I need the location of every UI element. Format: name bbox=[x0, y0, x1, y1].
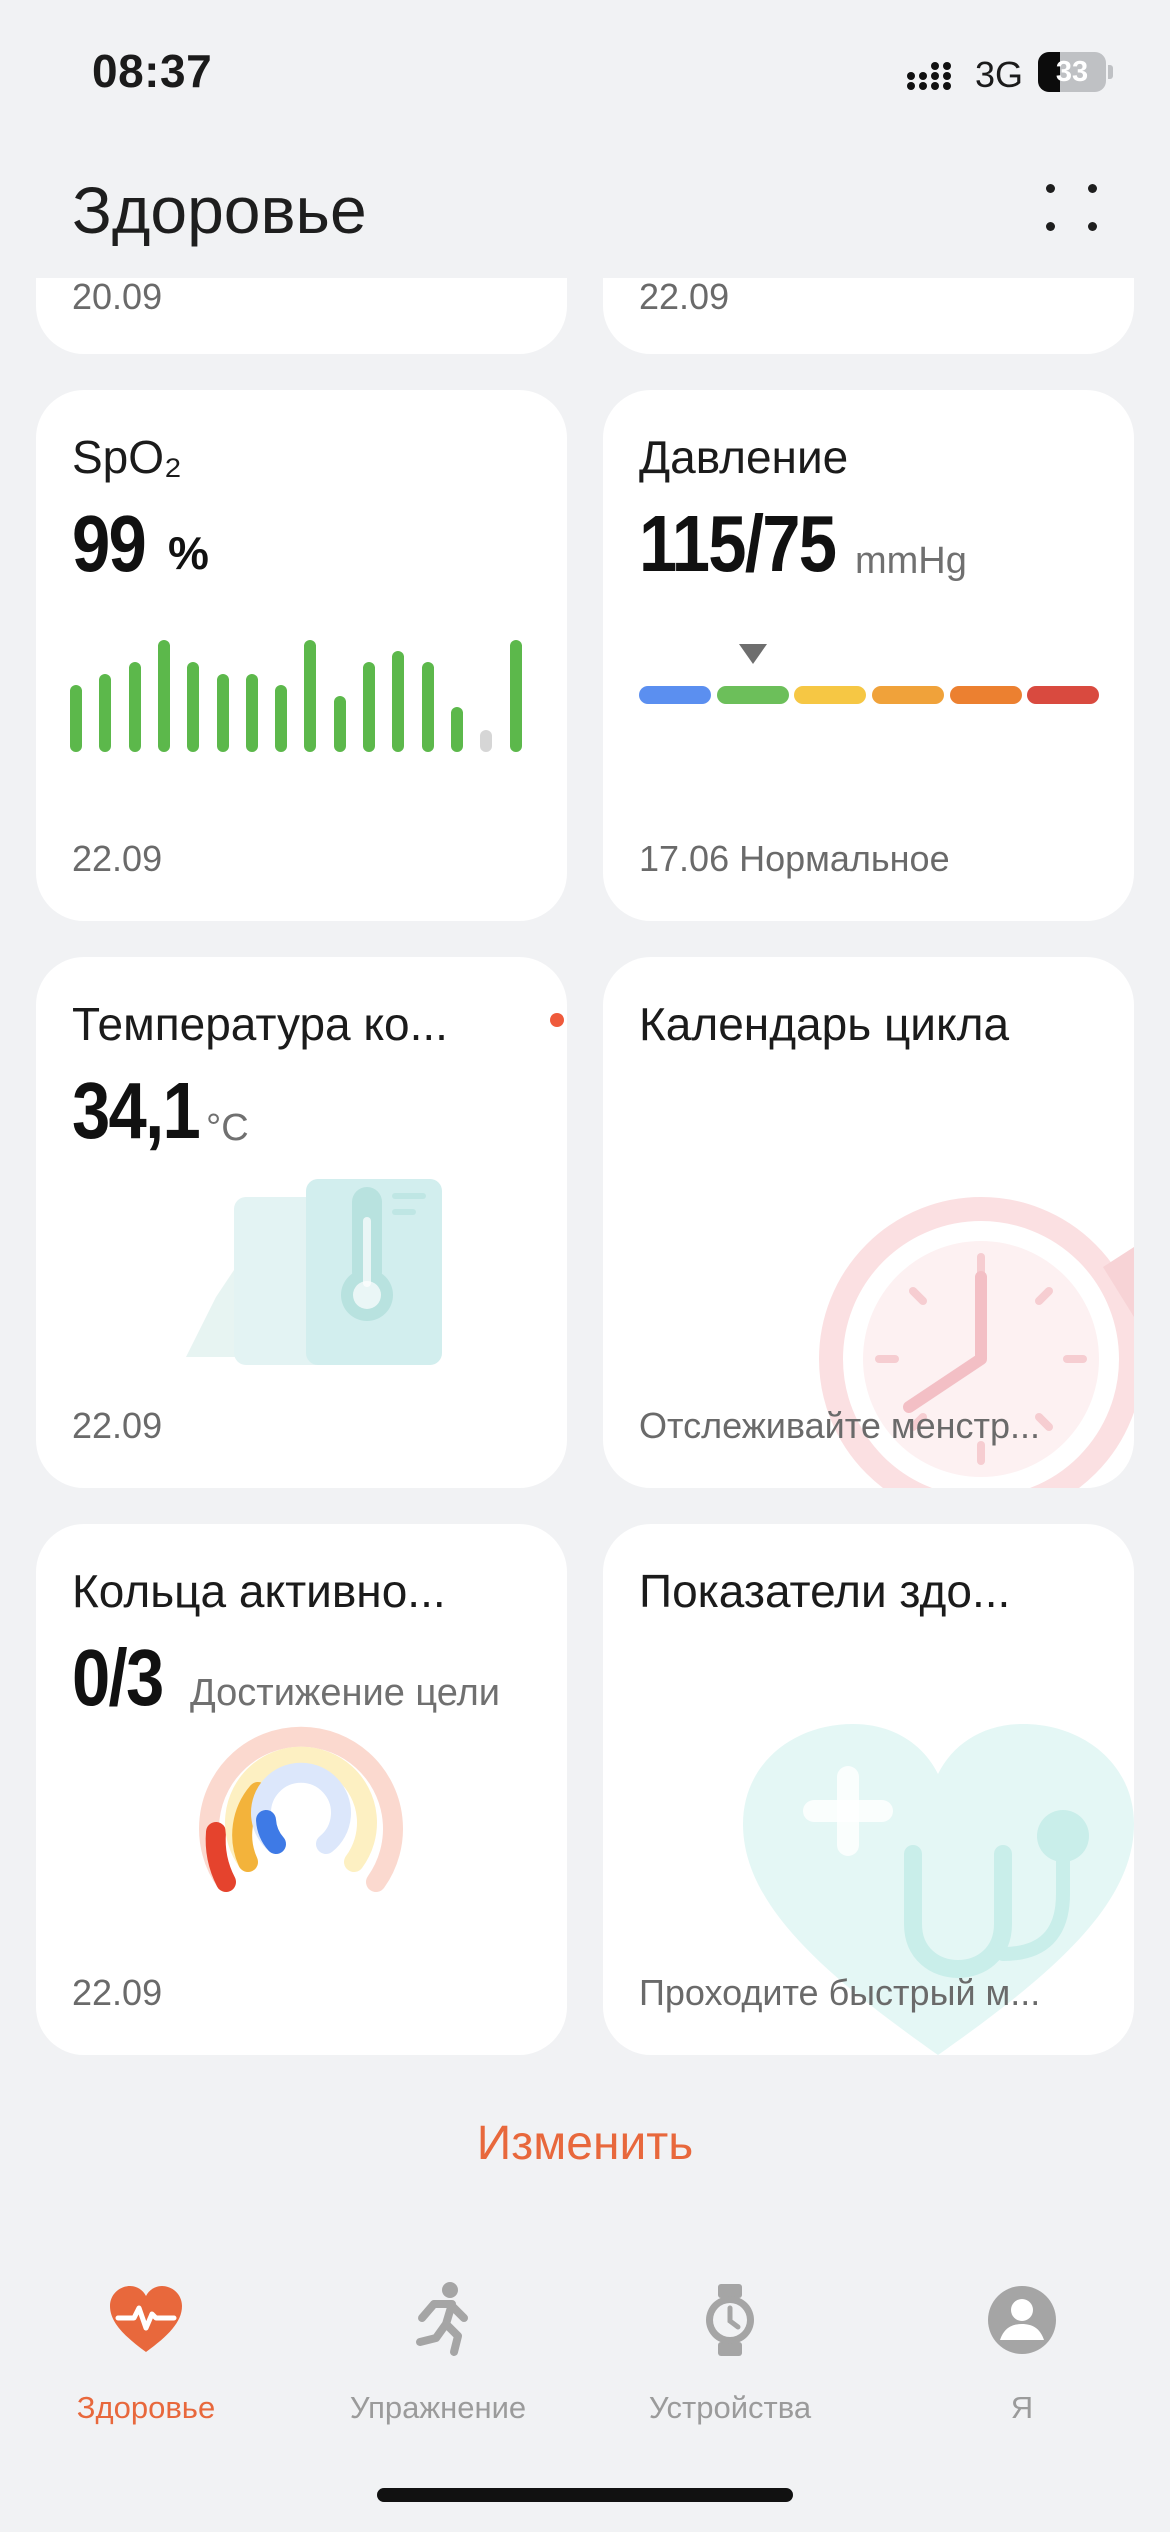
card-date: 20.09 bbox=[72, 276, 163, 317]
bp-scale-segment bbox=[1027, 686, 1099, 704]
thermometer-illustration-icon bbox=[186, 1179, 442, 1365]
cycle-title: Календарь цикла bbox=[639, 998, 1010, 1050]
spo2-bar bbox=[129, 662, 141, 752]
bp-value: 115/75 bbox=[639, 499, 837, 588]
spo2-bar bbox=[70, 685, 82, 752]
activity-rings-icon bbox=[199, 1726, 403, 1892]
spo2-title: SpO₂ bbox=[72, 431, 182, 483]
tab-exercise[interactable]: Упражнение bbox=[292, 2280, 584, 2426]
page-title-overlay: Здоровье bbox=[72, 173, 367, 247]
spo2-bar bbox=[304, 640, 316, 752]
tab-health[interactable]: Здоровье bbox=[0, 2280, 292, 2426]
spo2-bar bbox=[422, 662, 434, 752]
spo2-bar bbox=[480, 730, 492, 752]
heart-pulse-icon bbox=[110, 2286, 182, 2352]
bp-footer: 17.06 Нормальное bbox=[639, 838, 950, 879]
bp-scale-segment bbox=[872, 686, 944, 704]
tab-exercise-label: Упражнение bbox=[349, 2390, 527, 2425]
indicators-footer: Проходите быстрый м... bbox=[639, 1972, 1041, 2013]
spo2-bar bbox=[451, 707, 463, 752]
bp-pointer-icon bbox=[739, 644, 767, 664]
spo2-bar bbox=[158, 640, 170, 752]
activity-rings-card[interactable]: Кольца активно... 0/3 Достижение цели 22… bbox=[36, 1524, 567, 2055]
spo2-unit: % bbox=[168, 527, 209, 579]
bp-title: Давление bbox=[639, 431, 849, 483]
temperature-value: 34,1 bbox=[72, 1066, 201, 1155]
spo2-bar bbox=[392, 651, 404, 752]
tab-devices-label: Устройства bbox=[648, 2390, 812, 2425]
temperature-card[interactable]: Температура ко... 34,1 °C 22.09 bbox=[36, 957, 567, 1488]
tab-health-label: Здоровье bbox=[76, 2390, 216, 2425]
spo2-value: 99 bbox=[72, 499, 147, 588]
tab-me-label: Я bbox=[1010, 2390, 1034, 2425]
spo2-bar bbox=[510, 640, 522, 752]
temperature-unit: °C bbox=[206, 1107, 249, 1149]
spo2-bar bbox=[99, 674, 111, 752]
blood-pressure-card[interactable]: Давление 115/75 mmHg 17.06 Нормальное bbox=[603, 390, 1134, 921]
signal-strength-icon bbox=[907, 62, 951, 90]
more-options-icon-overlay[interactable] bbox=[1040, 180, 1106, 236]
network-type: 3G bbox=[975, 54, 1024, 95]
rings-date: 22.09 bbox=[72, 1972, 163, 2013]
spo2-bar bbox=[275, 685, 287, 752]
spo2-bar bbox=[246, 674, 258, 752]
spo2-bar bbox=[187, 662, 199, 752]
bp-scale bbox=[639, 686, 1099, 704]
spo2-bar bbox=[363, 662, 375, 752]
indicators-title: Показатели здо... bbox=[639, 1565, 1011, 1617]
cycle-footer: Отслеживайте менстр... bbox=[639, 1405, 1041, 1446]
bp-scale-segment bbox=[950, 686, 1022, 704]
watch-icon bbox=[706, 2284, 754, 2356]
spo2-date: 22.09 bbox=[72, 838, 163, 879]
status-time: 08:37 bbox=[92, 45, 213, 97]
spo2-bar bbox=[334, 696, 346, 752]
battery-icon: 33 bbox=[1038, 52, 1113, 92]
temperature-date: 22.09 bbox=[72, 1405, 163, 1446]
bp-scale-segment bbox=[639, 686, 711, 704]
bp-scale-segment bbox=[794, 686, 866, 704]
profile-icon bbox=[988, 2286, 1056, 2354]
spo2-card[interactable]: SpO₂ 99 % 22.09 bbox=[36, 390, 567, 921]
bp-scale-segment bbox=[717, 686, 789, 704]
running-icon bbox=[416, 2282, 468, 2356]
cycle-calendar-card[interactable]: Календарь цикла Отслеживайте менстр... bbox=[603, 957, 1134, 1488]
rings-value: 0/3 bbox=[72, 1633, 164, 1722]
rings-subtitle: Достижение цели bbox=[190, 1672, 500, 1714]
battery-level: 33 bbox=[1055, 56, 1089, 88]
spo2-bar-chart bbox=[70, 640, 540, 752]
health-indicators-card[interactable]: Показатели здо... Проходите быстрый м... bbox=[603, 1524, 1134, 2055]
spo2-bar bbox=[217, 674, 229, 752]
rings-title: Кольца активно... bbox=[72, 1565, 446, 1617]
temperature-title: Температура ко... bbox=[72, 998, 448, 1050]
tab-me[interactable]: Я bbox=[876, 2280, 1168, 2426]
card-date: 22.09 bbox=[639, 276, 730, 317]
alert-dot bbox=[550, 1013, 564, 1027]
bp-unit: mmHg bbox=[855, 540, 967, 582]
home-indicator bbox=[377, 2488, 793, 2502]
tab-devices[interactable]: Устройства bbox=[584, 2280, 876, 2426]
edit-button[interactable]: Изменить bbox=[0, 2116, 1170, 2171]
